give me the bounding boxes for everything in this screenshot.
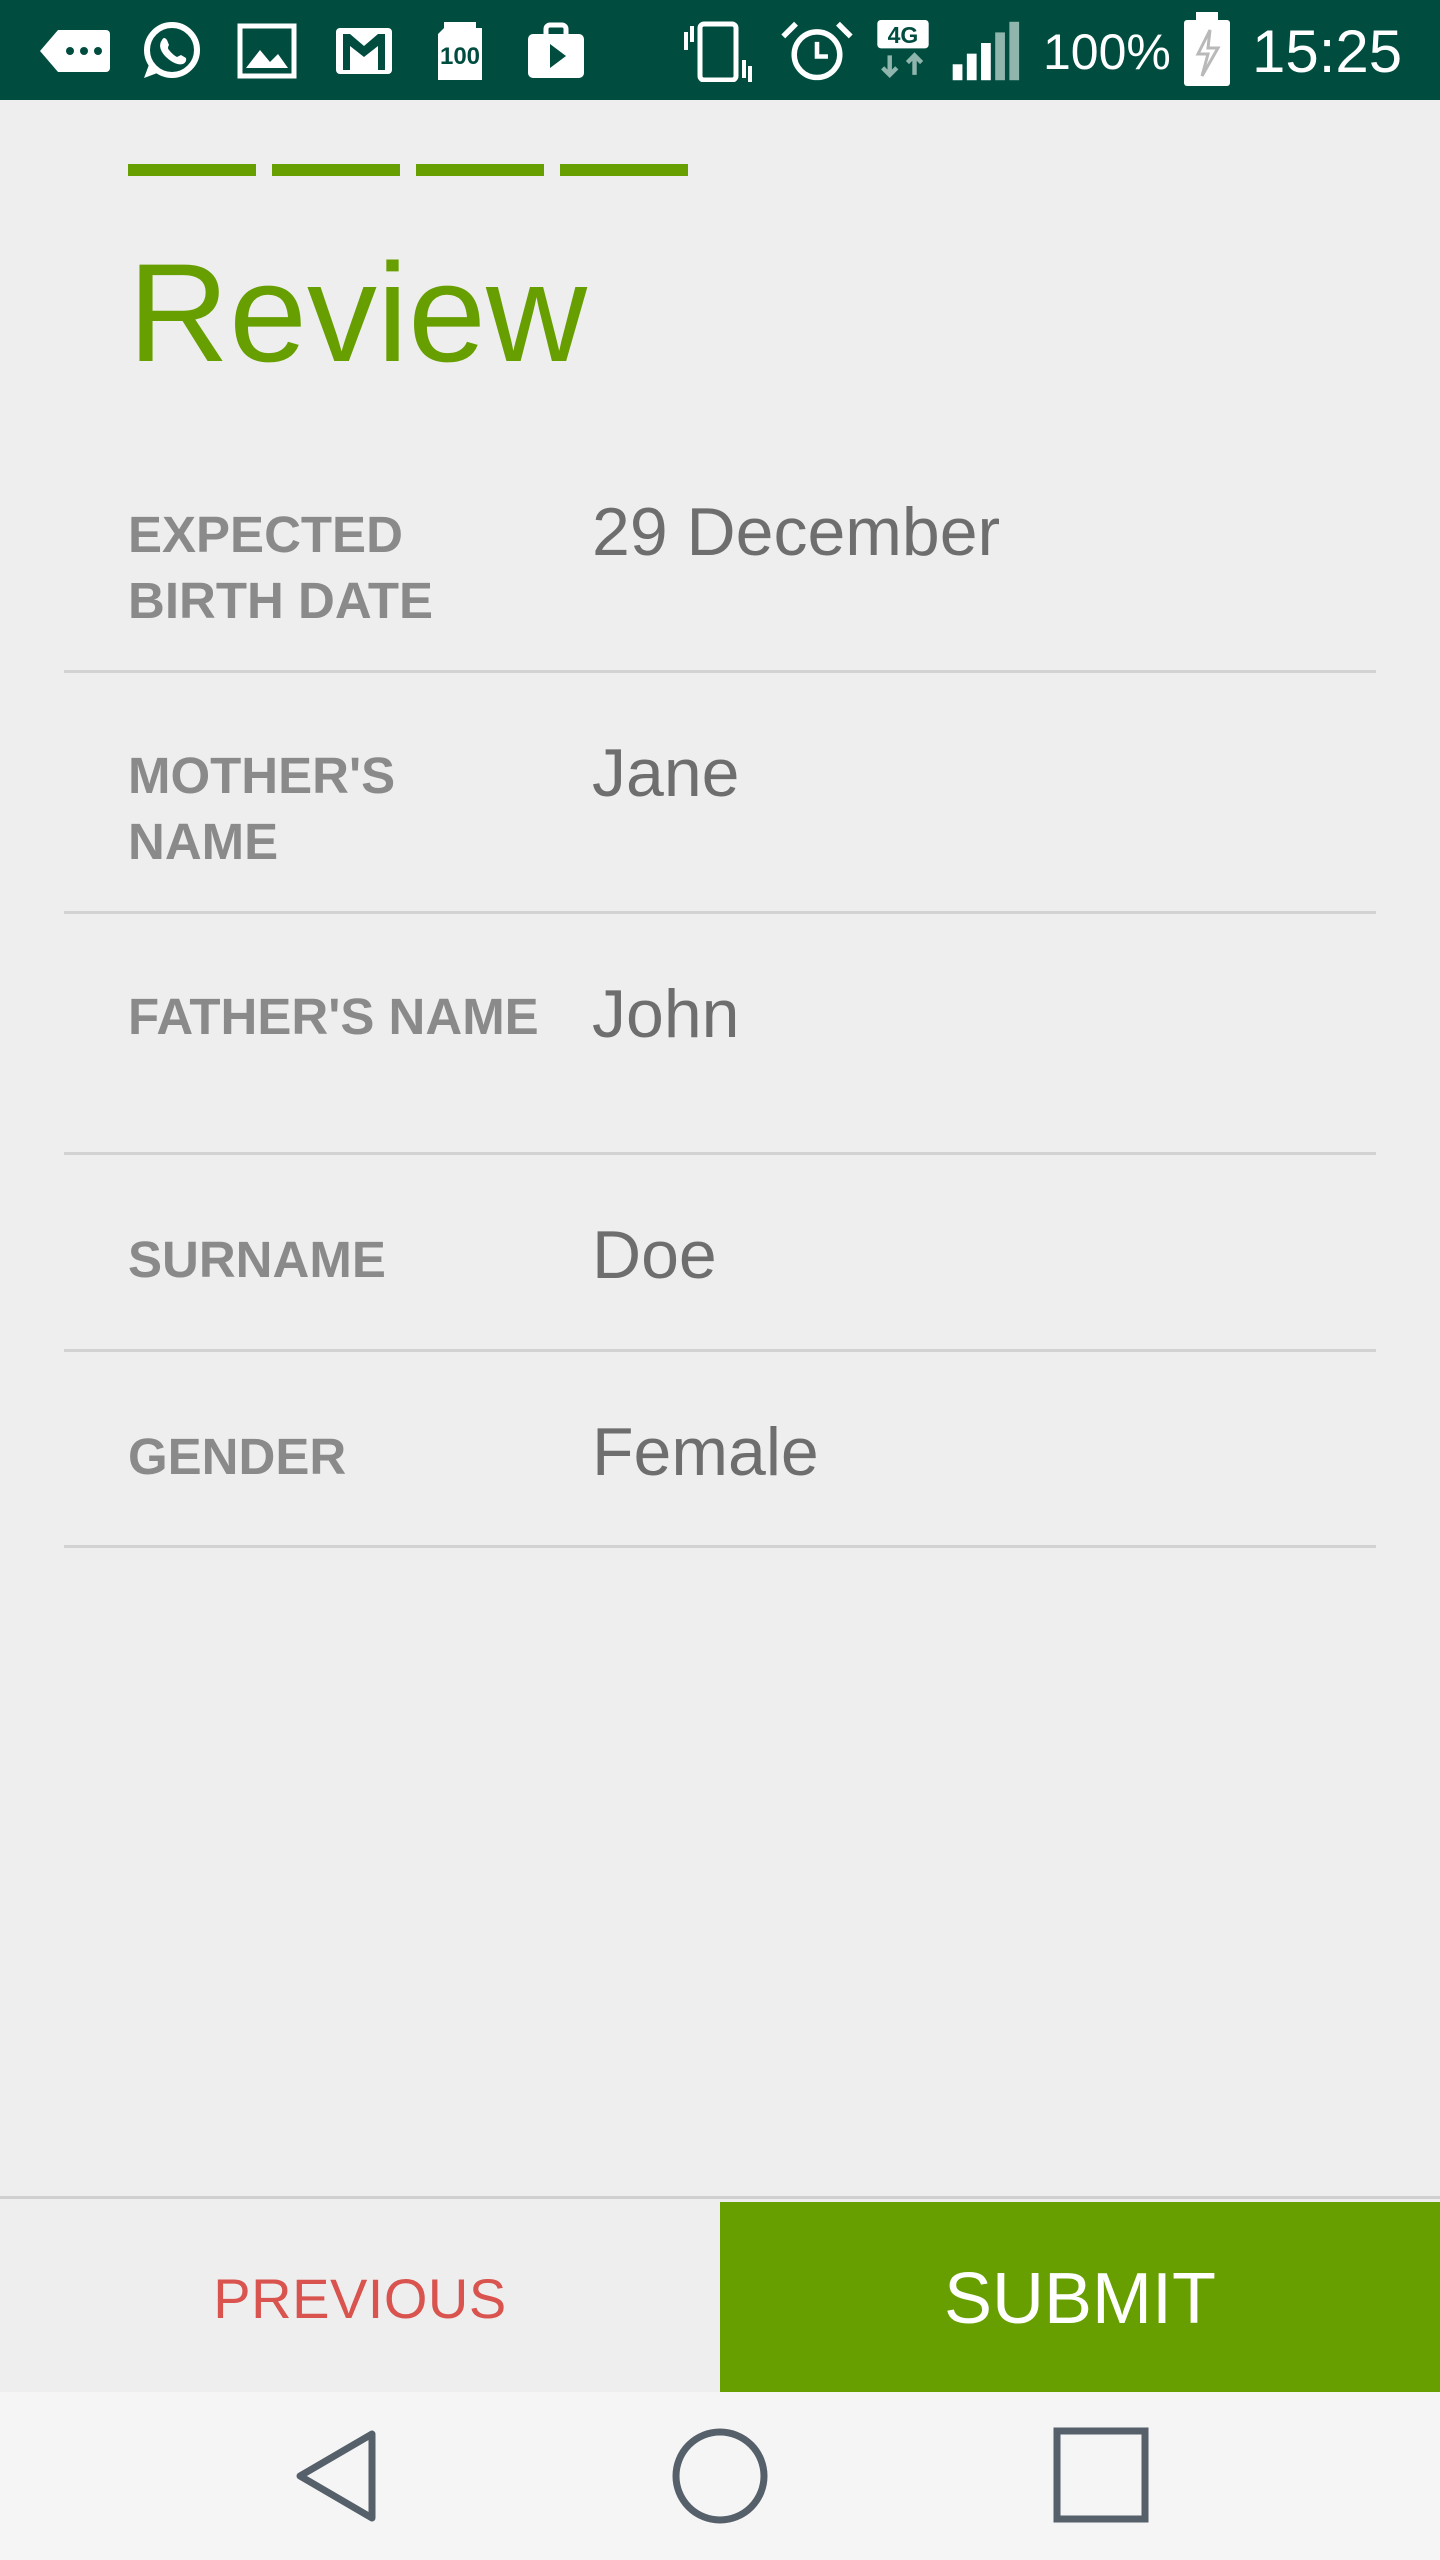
row-label: SURNAME — [128, 1231, 386, 1288]
sd-card-100-icon: 100 — [438, 22, 482, 80]
whatsapp-icon — [144, 22, 200, 78]
progress-step — [128, 164, 256, 176]
previous-button[interactable]: PREVIOUS — [0, 2202, 720, 2395]
progress-step — [560, 164, 688, 176]
navigation-bar — [0, 2392, 1440, 2560]
vibrate-icon — [684, 21, 752, 82]
recents-icon[interactable] — [1052, 2426, 1152, 2526]
row-value: Jane — [592, 735, 740, 811]
svg-text:100: 100 — [440, 43, 480, 70]
review-row-gender: GENDER Female — [64, 1352, 1376, 1548]
action-bar: PREVIOUS SUBMIT — [0, 2196, 1440, 2395]
signal-icon — [952, 21, 1020, 81]
status-bar: 100 4G 100% 15:25 — [0, 0, 1440, 100]
review-row-expected-birth-date: EXPECTED BIRTH DATE 29 December — [64, 460, 1376, 673]
battery-charging-icon — [1184, 12, 1230, 86]
back-icon[interactable] — [290, 2426, 390, 2526]
play-store-icon — [528, 22, 584, 78]
row-label: EXPECTED BIRTH DATE — [128, 506, 434, 629]
network-4g-icon: 4G — [877, 20, 929, 79]
clock-time: 15:25 — [1252, 18, 1403, 85]
page-title: Review — [128, 234, 588, 391]
row-value: John — [592, 976, 740, 1052]
gmail-icon — [336, 28, 392, 74]
review-row-fathers-name: FATHER'S NAME John — [64, 914, 1376, 1155]
progress-step — [416, 164, 544, 176]
home-icon[interactable] — [670, 2426, 770, 2526]
row-value: 29 December — [592, 494, 1001, 570]
row-label: GENDER — [128, 1428, 347, 1485]
row-label: FATHER'S NAME — [128, 988, 539, 1045]
review-row-surname: SURNAME Doe — [64, 1155, 1376, 1352]
alarm-icon — [781, 21, 853, 81]
row-value: Female — [592, 1414, 819, 1490]
image-icon — [237, 23, 297, 79]
row-value: Doe — [592, 1217, 717, 1293]
svg-text:4G: 4G — [888, 22, 919, 48]
notification-more-icon — [40, 30, 110, 72]
row-label: MOTHER'S NAME — [128, 747, 396, 870]
battery-percentage: 100% — [1043, 24, 1171, 80]
submit-button[interactable]: SUBMIT — [720, 2202, 1440, 2395]
review-row-mothers-name: MOTHER'S NAME Jane — [64, 673, 1376, 914]
progress-step — [272, 164, 400, 176]
